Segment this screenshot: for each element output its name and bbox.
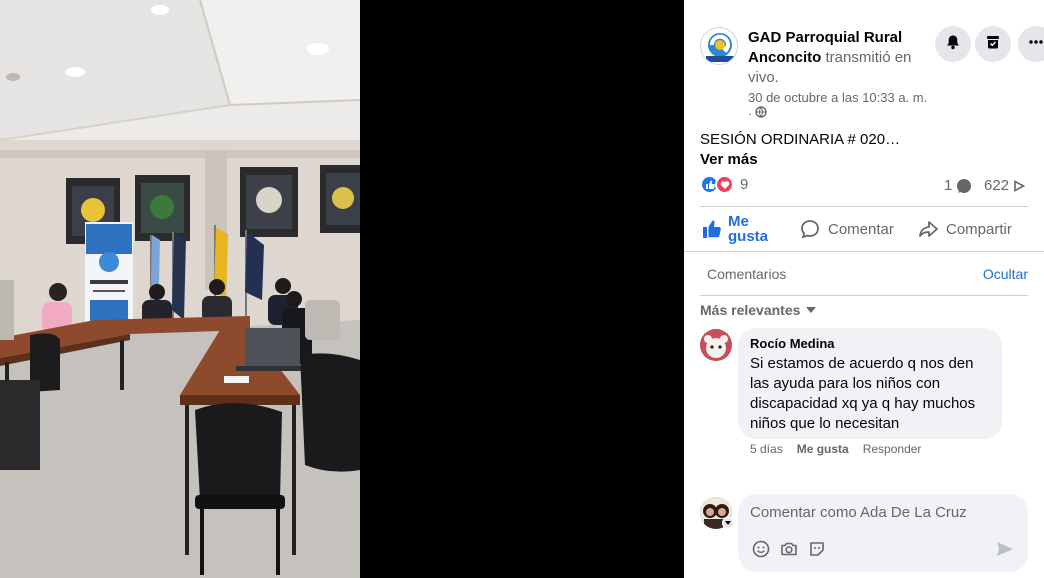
avatar-image <box>700 329 732 361</box>
comment-count[interactable]: 1 <box>944 177 972 194</box>
comment-icon <box>800 219 820 239</box>
comment-time[interactable]: 5 días <box>750 442 783 456</box>
comment-input-placeholder[interactable]: Comentar como Ada De La Cruz <box>750 504 967 521</box>
comment-reply-link[interactable]: Responder <box>863 442 922 456</box>
divider <box>684 251 1044 252</box>
share-label: Compartir <box>946 220 1012 238</box>
post-panel: GAD Parroquial Rural Anconcito transmiti… <box>684 0 1044 578</box>
divider <box>700 206 1028 207</box>
save-button[interactable] <box>975 26 1011 62</box>
comment-button[interactable]: Comentar <box>800 219 894 239</box>
globe-icon <box>755 106 768 122</box>
bell-icon <box>945 34 961 55</box>
video-frame <box>0 0 360 578</box>
comment-count-icon <box>956 178 972 194</box>
meta-separator: · <box>748 106 753 121</box>
comment-actions: 5 días Me gusta Responder <box>750 442 921 456</box>
composer-tools <box>752 540 826 558</box>
see-more-link[interactable]: Ver más <box>700 150 758 170</box>
bookmark-icon <box>985 34 1001 55</box>
divider <box>700 295 1028 296</box>
post-meta: 30 de octubre a las 10:33 a. m. · <box>748 90 927 122</box>
view-count-value: 622 <box>984 177 1010 194</box>
caret-down-icon <box>806 306 817 314</box>
page-logo-icon <box>706 33 734 62</box>
play-icon <box>1013 179 1026 192</box>
chevron-down-icon[interactable] <box>722 517 734 529</box>
reactions-summary[interactable]: 9 <box>700 175 748 194</box>
sticker-icon[interactable] <box>808 540 826 558</box>
comment-sort-dropdown[interactable]: Más relevantes <box>700 302 817 318</box>
send-icon[interactable] <box>996 541 1014 557</box>
comment-author[interactable]: Rocío Medina <box>750 336 990 352</box>
comment-count-value: 1 <box>944 177 953 194</box>
camera-icon[interactable] <box>780 540 798 558</box>
comment-label: Comentar <box>828 220 894 238</box>
like-button[interactable]: Me gusta <box>702 214 770 244</box>
meeting-room-scene <box>0 0 360 578</box>
post-title: SESIÓN ORDINARIA # 020… <box>700 131 901 148</box>
comment-bubble: Rocío Medina Si estamos de acuerdo q nos… <box>738 328 1002 439</box>
reaction-count: 9 <box>740 176 749 193</box>
comment-like-link[interactable]: Me gusta <box>797 442 849 456</box>
video-player[interactable] <box>0 0 684 578</box>
page-avatar[interactable] <box>700 27 738 65</box>
post-header-text: GAD Parroquial Rural Anconcito transmiti… <box>748 28 928 88</box>
love-reaction-icon <box>715 175 734 194</box>
emoji-icon[interactable] <box>752 540 770 558</box>
comment-composer[interactable]: Comentar como Ada De La Cruz <box>738 494 1028 572</box>
thumbs-up-icon <box>702 219 722 239</box>
hide-comments-link[interactable]: Ocultar <box>983 266 1028 282</box>
view-count: 622 <box>984 177 1026 194</box>
comment-text: Si estamos de acuerdo q nos den las ayud… <box>750 355 976 432</box>
notify-button[interactable] <box>935 26 971 62</box>
comment-sort-label: Más relevantes <box>700 302 801 318</box>
comments-header: Comentarios <box>707 266 787 282</box>
more-button[interactable] <box>1018 26 1044 62</box>
share-button[interactable]: Compartir <box>918 219 1012 239</box>
post-date[interactable]: 30 de octubre a las 10:33 a. m. <box>748 90 927 106</box>
commenter-avatar[interactable] <box>700 329 732 361</box>
more-icon <box>1028 34 1044 55</box>
share-icon <box>918 219 938 239</box>
like-label: Me gusta <box>728 213 769 245</box>
